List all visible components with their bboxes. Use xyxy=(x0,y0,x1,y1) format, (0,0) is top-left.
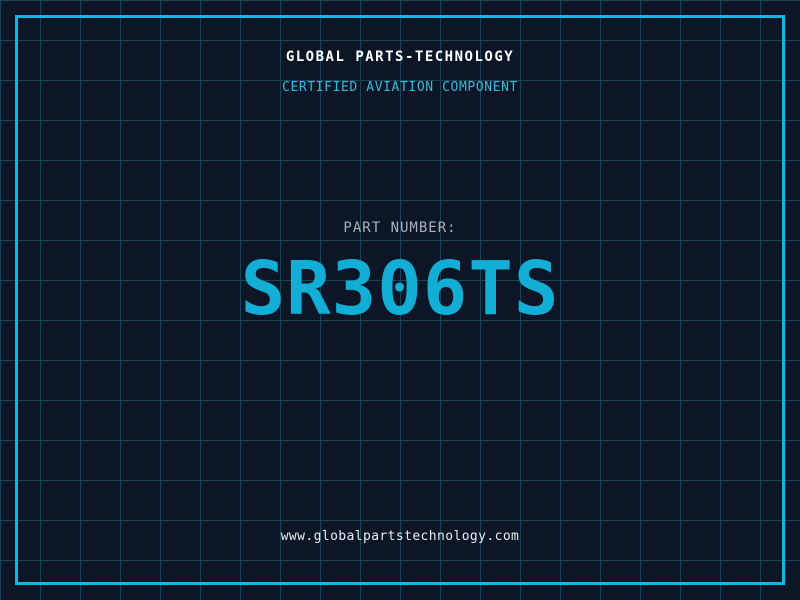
part-number-value: SR306TS xyxy=(240,246,560,332)
part-number-label: PART NUMBER: xyxy=(343,220,457,236)
company-name: GLOBAL PARTS-TECHNOLOGY xyxy=(285,49,515,65)
certification-subtitle: CERTIFIED AVIATION COMPONENT xyxy=(282,80,518,95)
website-url: www.globalpartstechnology.com xyxy=(280,529,520,544)
